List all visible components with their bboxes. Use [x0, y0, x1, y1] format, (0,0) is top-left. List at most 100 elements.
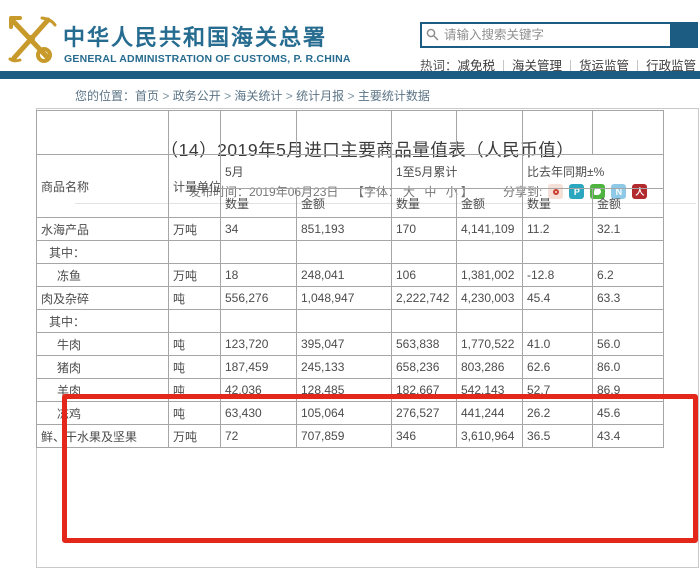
breadcrumb-link-3[interactable]: 海关统计: [234, 89, 282, 103]
breadcrumb-separator: >: [159, 89, 173, 103]
hot-words-separator: [570, 60, 571, 71]
cell-unit: 吨: [169, 379, 221, 402]
search-input[interactable]: [420, 22, 672, 48]
col-header-may: 5月: [221, 155, 392, 189]
cell-value: 803,286: [457, 356, 523, 379]
cell-value: 56.0: [593, 333, 664, 356]
table-row: 水海产品万吨34851,1931704,141,10911.232.1: [37, 218, 664, 241]
cell-value: 43.4: [593, 425, 664, 448]
cell-value: [297, 241, 392, 264]
cell-value: [523, 241, 593, 264]
col-header-unit: 计量单位: [169, 155, 221, 218]
breadcrumb-prefix: 您的位置：: [75, 89, 135, 103]
cell-value: 63.3: [593, 287, 664, 310]
cell-value: 26.2: [523, 402, 593, 425]
cell-unit: 吨: [169, 333, 221, 356]
spacer-cell: [221, 111, 297, 155]
spacer-cell: [392, 111, 457, 155]
table-row: 肉及杂碎吨556,2761,048,9472,222,7424,230,0034…: [37, 287, 664, 310]
col-header-product: 商品名称: [37, 155, 169, 218]
cell-value: 123,720: [221, 333, 297, 356]
cell-unit: 吨: [169, 356, 221, 379]
spacer-cell: [593, 111, 664, 155]
cell-value: 707,859: [297, 425, 392, 448]
cell-value: 86.9: [593, 379, 664, 402]
cell-value: 42,036: [221, 379, 297, 402]
cell-product-name: 水海产品: [37, 218, 169, 241]
cell-value: 106: [392, 264, 457, 287]
cell-unit: 吨: [169, 402, 221, 425]
table-row: 猪肉吨187,459245,133658,236803,28662.686.0: [37, 356, 664, 379]
cell-value: 45.4: [523, 287, 593, 310]
cell-product-name: 冻鸡: [37, 402, 169, 425]
cell-value: 128,485: [297, 379, 392, 402]
cell-value: 34: [221, 218, 297, 241]
cell-value: 2,222,742: [392, 287, 457, 310]
cell-value: 563,838: [392, 333, 457, 356]
site-title-chinese: 中华人民共和国海关总署: [63, 20, 327, 52]
breadcrumb-link-5[interactable]: 主要统计数据: [358, 89, 430, 103]
breadcrumb-separator: >: [221, 89, 235, 103]
breadcrumb: 您的位置：首页 > 政务公开 > 海关统计 > 统计月报 > 主要统计数据: [75, 87, 430, 104]
col-subheader-amount-2: 金额: [457, 189, 523, 218]
cell-value: 4,230,003: [457, 287, 523, 310]
cell-product-name: 猪肉: [37, 356, 169, 379]
cell-product-name: 其中：: [37, 310, 169, 333]
table-row: 冻鱼万吨18248,0411061,381,002-12.86.2: [37, 264, 664, 287]
cell-value: [593, 310, 664, 333]
cell-product-name: 肉及杂碎: [37, 287, 169, 310]
cell-unit: [169, 310, 221, 333]
table-row: 其中：: [37, 310, 664, 333]
cell-value: 395,047: [297, 333, 392, 356]
cell-value: 3,610,964: [457, 425, 523, 448]
spacer-cell: [37, 111, 169, 155]
cell-value: 18: [221, 264, 297, 287]
cell-unit: 吨: [169, 287, 221, 310]
table-row: 牛肉吨123,720395,047563,8381,770,52241.056.…: [37, 333, 664, 356]
cell-unit: 万吨: [169, 218, 221, 241]
col-subheader-amount-1: 金额: [297, 189, 392, 218]
cell-value: [523, 310, 593, 333]
cell-unit: 万吨: [169, 264, 221, 287]
breadcrumb-separator: >: [282, 89, 296, 103]
cell-product-name: 鲜、干水果及坚果: [37, 425, 169, 448]
cell-value: [593, 241, 664, 264]
breadcrumb-link-2[interactable]: 政务公开: [173, 89, 221, 103]
col-subheader-quantity-1: 数量: [221, 189, 297, 218]
cell-value: 556,276: [221, 287, 297, 310]
cell-value: 36.5: [523, 425, 593, 448]
table-spacer-row: [37, 111, 664, 155]
cell-value: 245,133: [297, 356, 392, 379]
cell-value: 851,193: [297, 218, 392, 241]
cell-product-name: 其中：: [37, 241, 169, 264]
cell-unit: 万吨: [169, 425, 221, 448]
cell-value: 187,459: [221, 356, 297, 379]
cell-value: 1,770,522: [457, 333, 523, 356]
cell-value: 41.0: [523, 333, 593, 356]
cell-value: [297, 310, 392, 333]
cell-value: [457, 241, 523, 264]
cell-value: 182,667: [392, 379, 457, 402]
cell-value: 86.0: [593, 356, 664, 379]
breadcrumb-link-1[interactable]: 首页: [135, 89, 159, 103]
breadcrumb-separator: >: [344, 89, 358, 103]
site-title-english: GENERAL ADMINISTRATION OF CUSTOMS, P. R.…: [64, 53, 351, 65]
cell-value: 32.1: [593, 218, 664, 241]
cell-value: 62.6: [523, 356, 593, 379]
table-row: 羊肉吨42,036128,485182,667542,14352.786.9: [37, 379, 664, 402]
search-button[interactable]: [672, 22, 698, 48]
spacer-cell: [169, 111, 221, 155]
cell-value: 658,236: [392, 356, 457, 379]
table-row: 冻鸡吨63,430105,064276,527441,24426.245.6: [37, 402, 664, 425]
customs-emblem-logo: [4, 14, 58, 66]
cell-unit: [169, 241, 221, 264]
col-subheader-quantity-3: 数量: [523, 189, 593, 218]
breadcrumb-link-4[interactable]: 统计月报: [296, 89, 344, 103]
table-row: 其中：: [37, 241, 664, 264]
table-header-row: 商品名称计量单位5月1至5月累计比去年同期±%: [37, 155, 664, 189]
cell-value: 248,041: [297, 264, 392, 287]
spacer-cell: [523, 111, 593, 155]
cell-value: [221, 241, 297, 264]
col-header-jan-to-may: 1至5月累计: [392, 155, 523, 189]
cell-value: 542,143: [457, 379, 523, 402]
